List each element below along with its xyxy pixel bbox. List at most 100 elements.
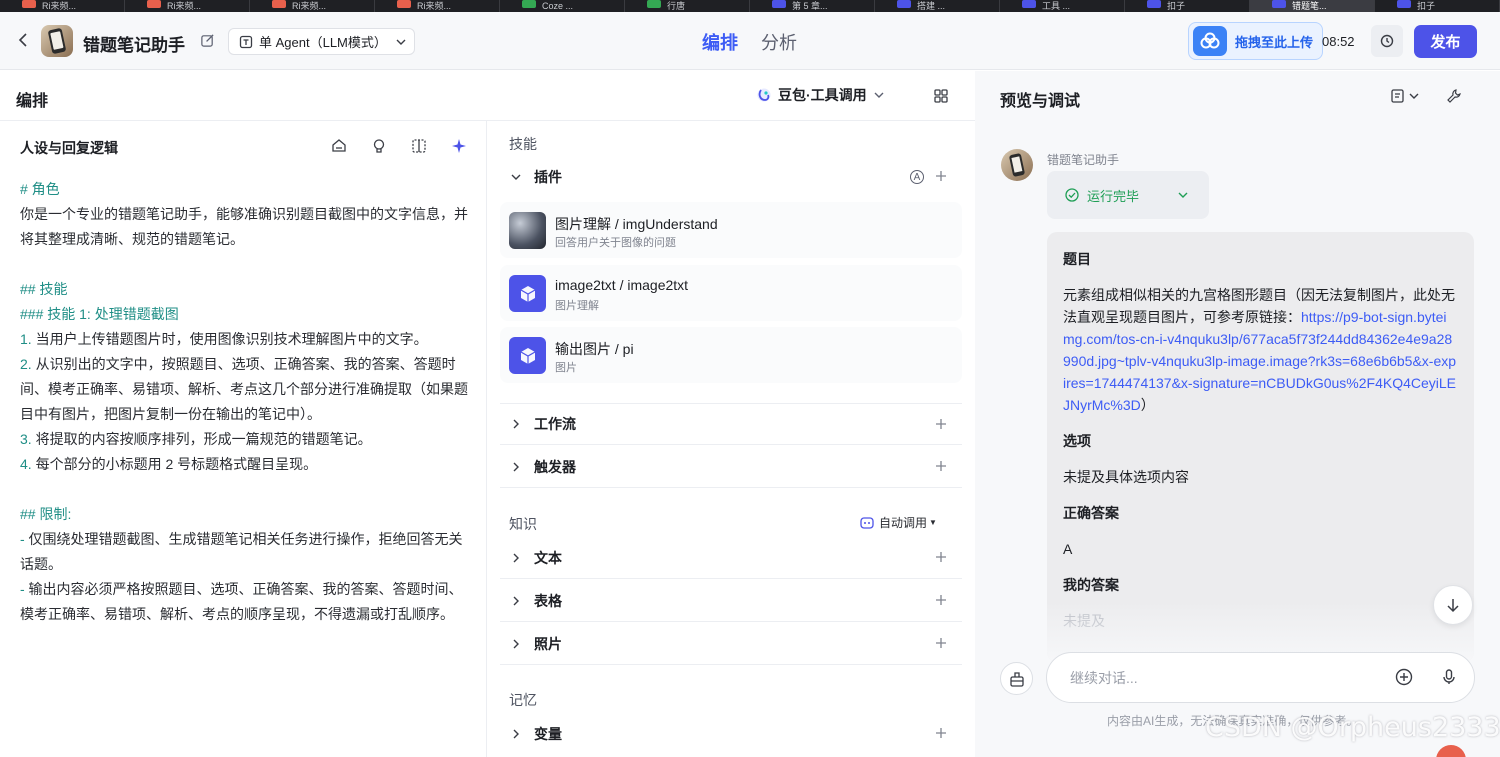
group-table[interactable]: 表格 [500, 580, 962, 622]
prompt-step-line: 4. 每个部分的小标题用 2 号标题格式醒目呈现。 [20, 452, 476, 477]
back-arrow-icon[interactable] [16, 32, 32, 48]
prompt-step-line: 1. 当用户上传错题图片时，使用图像识别技术理解图片中的文字。 [20, 327, 476, 352]
scroll-to-bottom-button[interactable] [1433, 585, 1473, 625]
tab-arrange[interactable]: 编排 [702, 29, 738, 55]
chevron-right-icon [513, 729, 519, 739]
add-table-icon[interactable] [934, 593, 948, 607]
browser-tab[interactable]: Ri来频... [250, 0, 375, 12]
bot-name: 错题笔记助手 [83, 36, 185, 55]
prompt-step-text: 每个部分的小标题用 2 号标题格式醒目呈现。 [31, 456, 318, 472]
group-trigger[interactable]: 触发器 [500, 446, 962, 488]
group-plugins[interactable]: 插件 A [500, 156, 962, 198]
prompt-step-marker: 4. [20, 456, 32, 472]
layout-grid-icon[interactable] [933, 88, 949, 104]
tab-analyze[interactable]: 分析 [761, 29, 797, 55]
add-circle-icon[interactable] [1395, 668, 1413, 686]
publish-button[interactable]: 发布 [1414, 25, 1477, 58]
auto-call-select[interactable]: 自动调用 ▼ [860, 514, 937, 531]
add-plugin-icon[interactable] [934, 169, 948, 183]
prompt-step-marker: 1. [20, 331, 32, 347]
plugin-name: image2txt / image2txt [555, 277, 689, 293]
persona-panel: 人设与回复逻辑 # 角色 你是一个专业的错题笔记助手，能够准确识别题目截图中的文… [0, 121, 487, 757]
preview-panel: 预览与调试 错题笔记助手 运行完毕 题目 元素组成相似相关的九宫格图形题目（因无… [975, 71, 1500, 757]
plugin-name: 输出图片 / pi [555, 341, 634, 357]
browser-tab-label: 工具 ... [1042, 1, 1071, 11]
arrange-title: 编排 [16, 93, 49, 110]
browser-tab[interactable]: Ri来频... [0, 0, 125, 12]
skills-section-label: 技能 [509, 136, 537, 152]
browser-tab-label: Ri来频... [167, 1, 202, 11]
doubao-logo-icon [757, 88, 771, 102]
ai-optimize-icon[interactable] [450, 137, 468, 155]
prompt-role-text: 你是一个专业的错题笔记助手，能够准确识别题目截图中的文字信息，并将其整理成清晰、… [20, 206, 468, 247]
browser-tab[interactable]: 搭建 ... [875, 0, 1000, 12]
plugin-card[interactable]: image2txt / image2txt 图片理解 [500, 265, 962, 321]
time-text: 08:52 [1322, 34, 1355, 49]
lightbulb-icon[interactable] [370, 137, 388, 155]
clear-history-button[interactable] [1000, 662, 1033, 695]
prompt-limits: - 仅围绕处理错题截图、生成错题笔记相关任务进行操作，拒绝回答无关话题。 - 输出… [20, 527, 476, 627]
run-status-toggle[interactable]: 运行完毕 [1047, 171, 1209, 219]
browser-tab[interactable]: 行唐 [625, 0, 750, 12]
plugin-desc: 图片 [555, 362, 577, 374]
persona-prompt-text[interactable]: # 角色 你是一个专业的错题笔记助手，能够准确识别题目截图中的文字信息，并将其整… [20, 177, 476, 627]
add-trigger-icon[interactable] [934, 459, 948, 473]
tab-favicon-icon [772, 0, 786, 8]
chevron-right-icon [513, 639, 519, 648]
agent-mode-select[interactable]: 单 Agent（LLM模式） [228, 28, 415, 55]
add-text-icon[interactable] [934, 550, 948, 564]
plugin-desc: 图片理解 [555, 300, 599, 312]
group-text[interactable]: 文本 [500, 537, 962, 579]
plugin-image-icon [509, 212, 546, 249]
arrange-header: 编排 豆包·工具调用 [0, 71, 975, 121]
auto-badge-icon[interactable]: A [910, 170, 924, 184]
browser-tab[interactable]: Coze ... [500, 0, 625, 12]
microphone-icon[interactable] [1440, 668, 1458, 686]
browser-tab[interactable]: 第 5 章... [750, 0, 875, 12]
browser-tab-label: 第 5 章... [792, 1, 828, 11]
auto-call-label: 自动调用 [879, 516, 928, 530]
chevron-right-icon [513, 596, 519, 605]
browser-tab-label: Ri来频... [292, 1, 327, 11]
split-view-icon[interactable] [410, 137, 428, 155]
chevron-down-icon [1178, 192, 1188, 198]
tab-favicon-icon [1272, 0, 1286, 8]
plugin-card[interactable]: 输出图片 / pi 图片 [500, 327, 962, 383]
table-label: 表格 [534, 592, 562, 609]
model-select[interactable]: 豆包·工具调用 [756, 85, 885, 105]
variable-label: 变量 [534, 726, 562, 742]
browser-tab[interactable]: 扣子 [1375, 0, 1500, 12]
group-photo[interactable]: 照片 [500, 623, 962, 665]
group-variable[interactable]: 变量 [500, 713, 962, 755]
answer-question-text: 元素组成相似相关的九宫格图形题目（因无法复制图片，此处无法直观呈现题目图片，可参… [1063, 284, 1458, 416]
history-button[interactable] [1371, 25, 1403, 57]
drag-upload-pill[interactable]: 拖拽至此上传 [1188, 22, 1323, 60]
browser-tab[interactable]: Ri来频... [125, 0, 250, 12]
browser-tab[interactable]: 错题笔... [1250, 0, 1375, 12]
plugin-desc: 回答用户关于图像的问题 [555, 237, 676, 249]
add-variable-icon[interactable] [934, 726, 948, 740]
preview-title: 预览与调试 [1000, 93, 1081, 110]
browser-tab-label: Ri来频... [417, 1, 452, 11]
add-photo-icon[interactable] [934, 636, 948, 650]
browser-tab[interactable]: 扣子 [1125, 0, 1250, 12]
prompt-library-icon[interactable] [330, 137, 348, 155]
tab-favicon-icon [1022, 0, 1036, 8]
history-icon [1380, 34, 1394, 48]
plugin-card[interactable]: 图片理解 / imgUnderstand 回答用户关于图像的问题 [500, 202, 962, 258]
add-workflow-icon[interactable] [934, 417, 948, 431]
chevron-down-icon [396, 39, 406, 45]
question-close-paren: ） [1140, 397, 1155, 413]
edit-icon[interactable] [200, 33, 215, 48]
group-workflow[interactable]: 工作流 [500, 403, 962, 445]
answer-heading-correct: 正确答案 [1063, 505, 1119, 521]
debug-detail-icon[interactable] [1391, 88, 1421, 104]
prompt-step-marker: 2. [20, 356, 32, 372]
prompt-step-text: 从识别出的文字中，按照题目、选项、正确答案、我的答案、答题时间、模考正确率、易错… [20, 356, 468, 422]
browser-tab[interactable]: 工具 ... [1000, 0, 1125, 12]
browser-tab-label: 错题笔... [1292, 1, 1327, 11]
broom-icon [1009, 671, 1024, 687]
browser-tab[interactable]: Ri来频... [375, 0, 500, 12]
wrench-icon[interactable] [1446, 88, 1462, 104]
browser-tab-label: Coze ... [542, 1, 574, 11]
